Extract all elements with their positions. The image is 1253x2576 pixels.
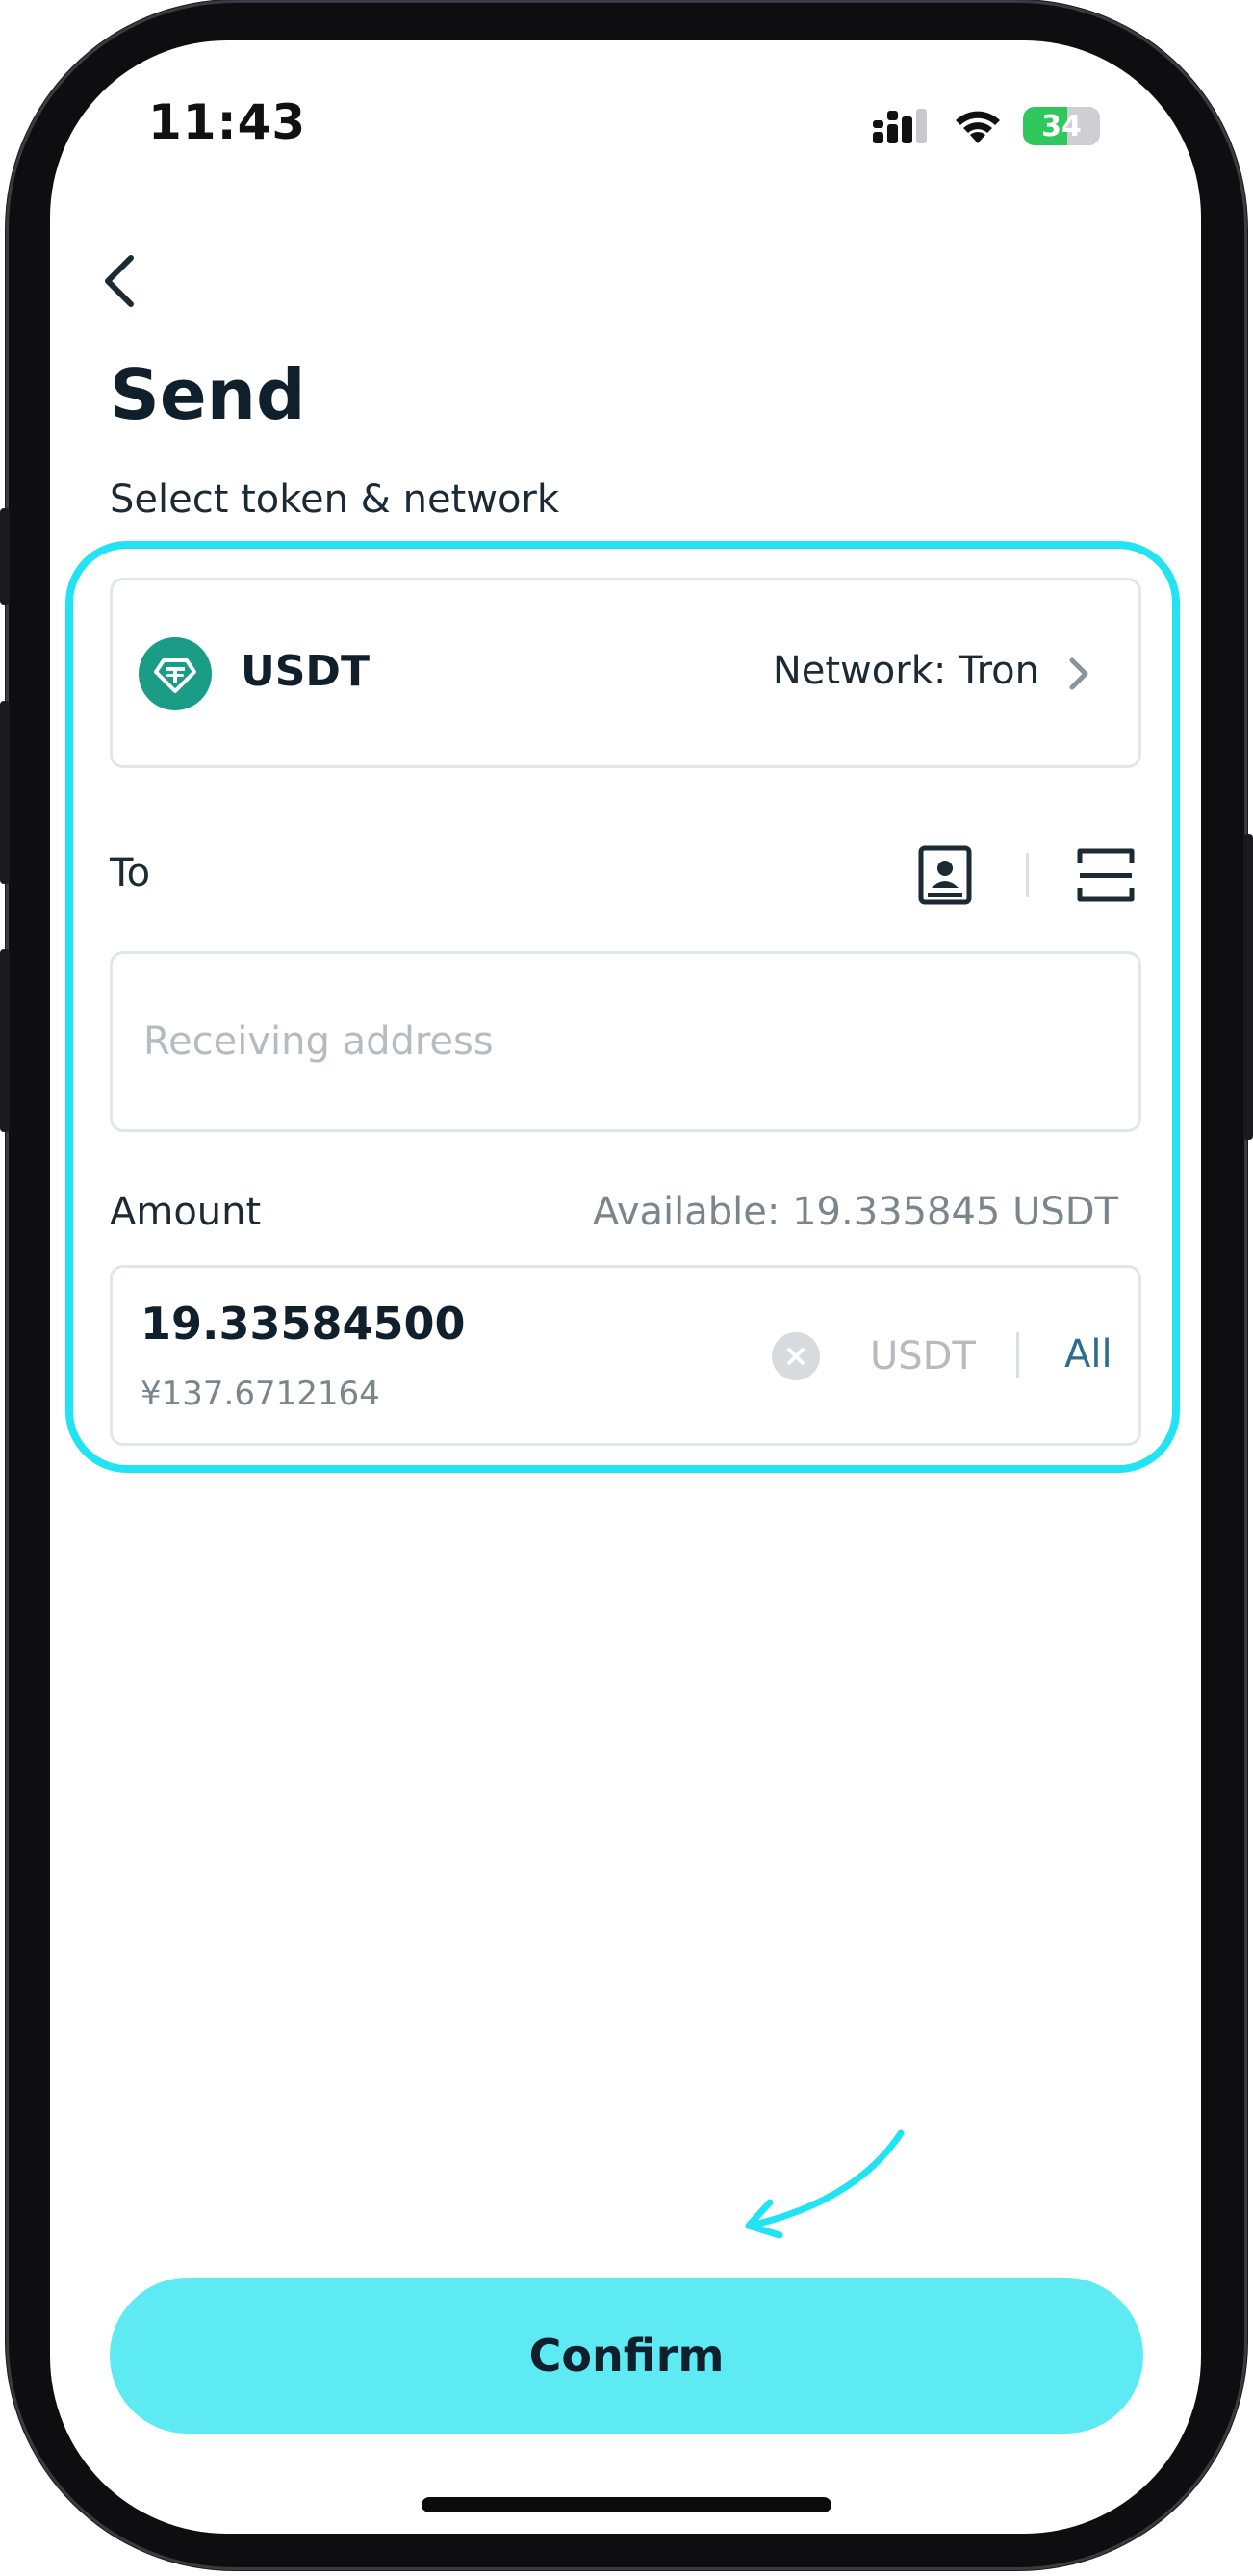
- annotation-arrow-icon: [745, 2129, 905, 2239]
- amount-input[interactable]: [110, 1265, 1141, 1446]
- address-book-icon[interactable]: [918, 845, 972, 905]
- home-indicator[interactable]: [422, 2497, 831, 2512]
- amount-label: Amount: [110, 1190, 262, 1234]
- back-arrow-icon[interactable]: [100, 252, 139, 310]
- status-time: 11:43: [148, 94, 307, 150]
- battery-level: 34: [1041, 109, 1082, 143]
- amount-fiat-value: ¥137.6712164: [141, 1375, 380, 1413]
- amount-value[interactable]: 19.33584500: [141, 1298, 466, 1350]
- to-label: To: [110, 851, 151, 895]
- unit-divider: [1016, 1332, 1019, 1378]
- volume-down-button: [0, 949, 10, 1132]
- action-button: [0, 508, 10, 605]
- status-icons: 34: [871, 104, 1100, 148]
- power-button: [1243, 834, 1253, 1140]
- usdt-logo-icon: [139, 637, 212, 710]
- chevron-right-icon[interactable]: [1064, 655, 1093, 693]
- available-balance: Available: 19.335845 USDT: [592, 1190, 1118, 1234]
- amount-unit: USDT: [870, 1334, 976, 1378]
- network-label[interactable]: Network: Tron: [773, 649, 1039, 693]
- wifi-icon: [956, 111, 1000, 143]
- confirm-button[interactable]: Confirm: [110, 2278, 1143, 2434]
- battery-indicator: 34: [1023, 107, 1100, 145]
- volume-up-button: [0, 701, 10, 884]
- cellular-signal-icon: [873, 109, 927, 143]
- receiving-address-input[interactable]: [110, 951, 1141, 1132]
- scan-qr-icon[interactable]: [1076, 845, 1136, 905]
- page-title: Send: [110, 354, 306, 435]
- max-amount-button[interactable]: All: [1064, 1332, 1112, 1377]
- token-network-subtitle: Select token & network: [110, 477, 560, 522]
- icon-divider: [1026, 853, 1029, 897]
- token-symbol: USDT: [241, 647, 370, 696]
- clear-amount-icon[interactable]: [772, 1332, 820, 1380]
